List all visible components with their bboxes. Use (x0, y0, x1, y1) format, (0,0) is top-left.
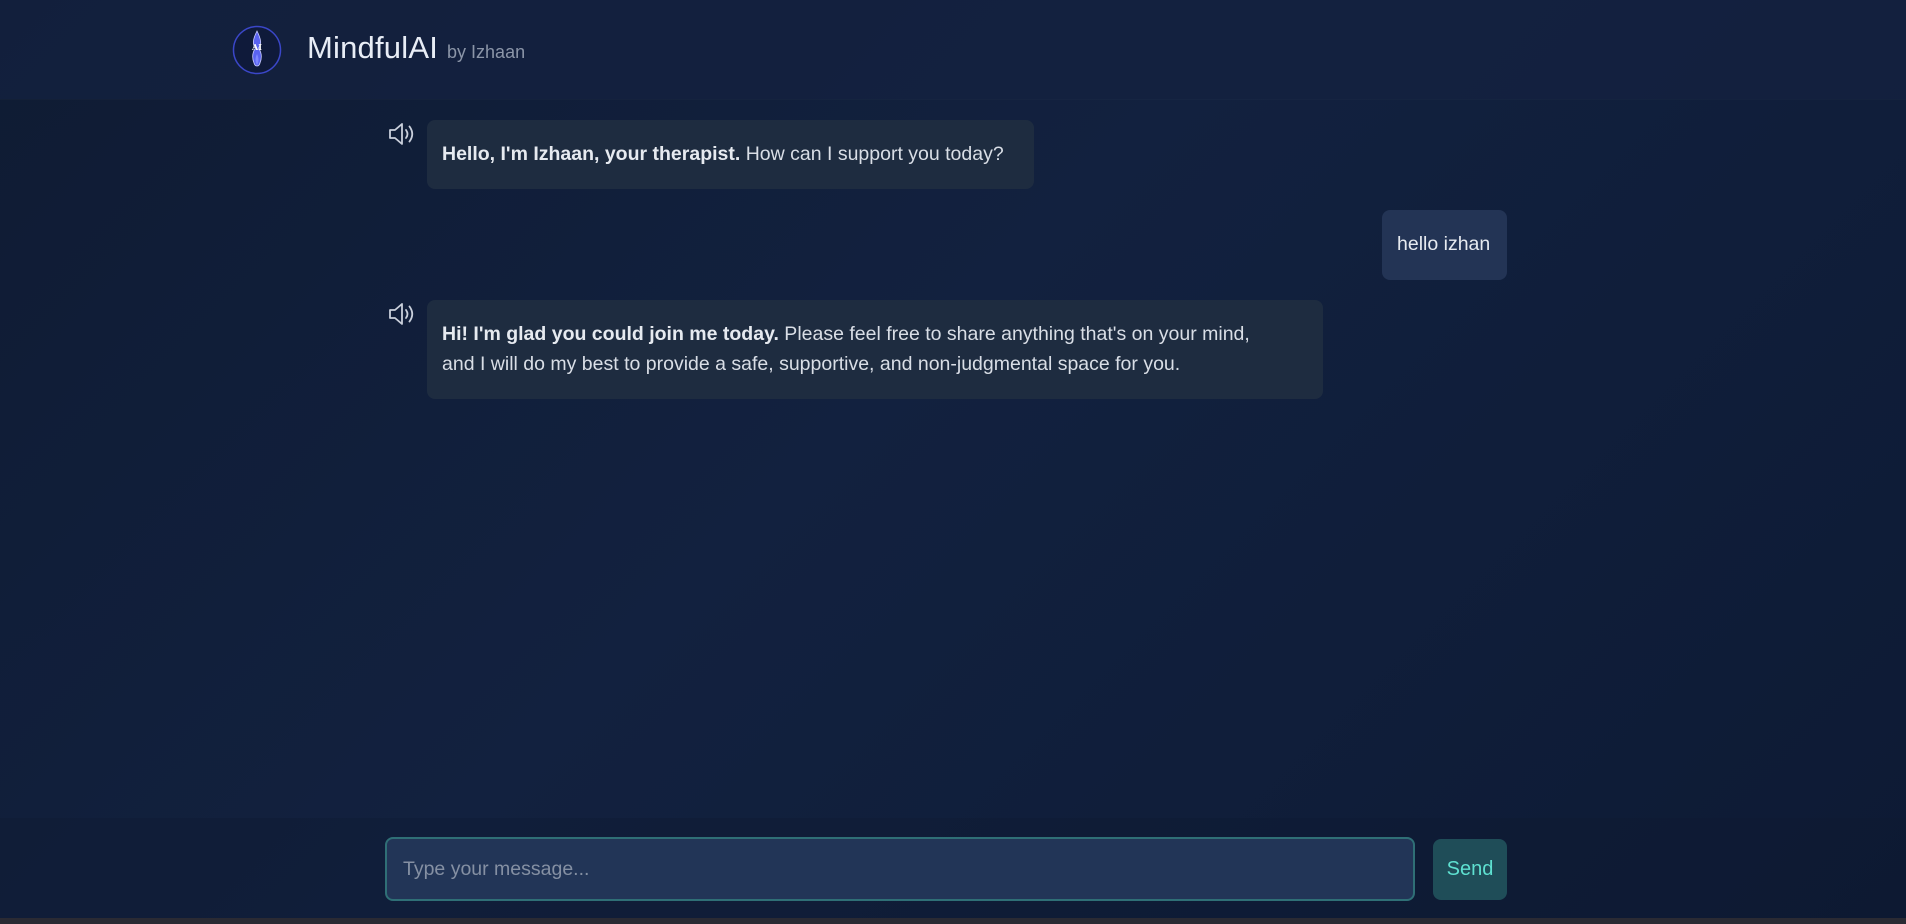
speaker-icon[interactable] (387, 301, 415, 327)
app-subtitle: by Izhaan (447, 42, 526, 62)
bot-message-text: How can I support you today? (740, 143, 1004, 165)
bot-message-bold: Hello, I'm Izhaan, your therapist. (442, 143, 741, 165)
user-message: hello izhan (1382, 210, 1507, 280)
message-input[interactable] (385, 837, 1415, 901)
app-title: MindfulAI (307, 30, 439, 65)
app-header: AI MindfulAI by Izhaan (0, 0, 1906, 99)
bot-message-bold: Hi! I'm glad you could join me today. (442, 323, 779, 345)
bot-message-text-line1: Please feel free to share anything that'… (778, 323, 1250, 345)
user-message-text: hello izhan (1397, 233, 1491, 255)
bot-message: Hello, I'm Izhaan, your therapist. How c… (427, 120, 1034, 189)
logo-text: AI (251, 42, 262, 52)
bot-message: Hi! I'm glad you could join me today. Pl… (427, 300, 1323, 399)
logo-icon: AI (232, 25, 282, 75)
send-button[interactable]: Send (1433, 839, 1507, 900)
window-bottom-edge (0, 918, 1906, 924)
bot-message-text-line2: and I will do my best to provide a safe,… (442, 353, 1181, 375)
speaker-icon[interactable] (387, 121, 415, 147)
brand: MindfulAI by Izhaan (307, 30, 525, 66)
